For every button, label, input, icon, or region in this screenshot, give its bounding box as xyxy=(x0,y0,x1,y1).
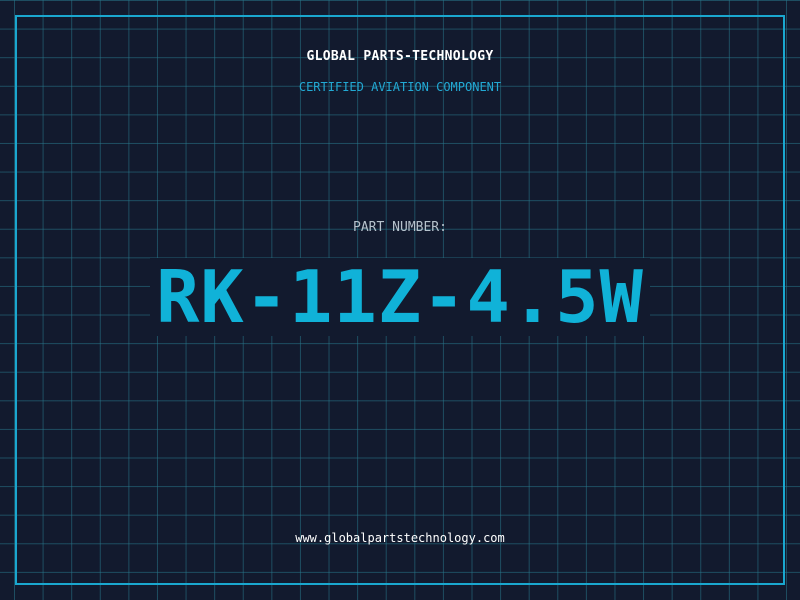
company-name: GLOBAL PARTS-TECHNOLOGY xyxy=(306,49,494,64)
part-number-value: RK-11Z-4.5W xyxy=(150,258,650,336)
website-url: www.globalpartstechnology.com xyxy=(295,531,505,545)
part-number-label: PART NUMBER: xyxy=(353,220,447,235)
certification-subtitle: CERTIFIED AVIATION COMPONENT xyxy=(298,80,502,94)
part-number-container: RK-11Z-4.5W xyxy=(0,258,800,336)
part-label-card: GLOBAL PARTS-TECHNOLOGY CERTIFIED AVIATI… xyxy=(0,0,800,600)
